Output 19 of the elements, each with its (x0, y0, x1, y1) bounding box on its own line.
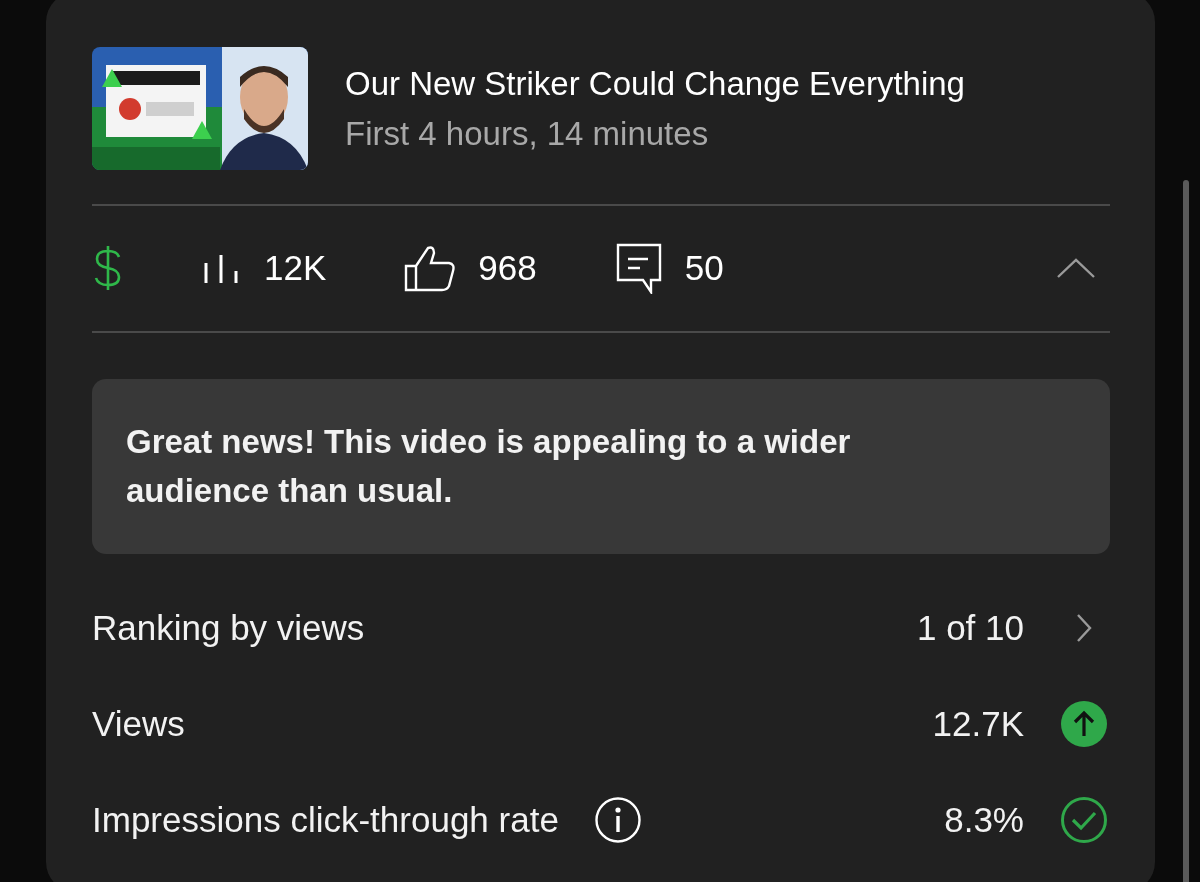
metric-label: Impressions click-through rate (92, 799, 559, 840)
audience-message: Great news! This video is appealing to a wider audience than usual. (92, 378, 1110, 554)
stat-value: 968 (478, 248, 537, 289)
scrollbar[interactable] (1183, 180, 1189, 882)
video-age: First 4 hours, 14 minutes (345, 114, 710, 153)
metric-label: Views (92, 703, 185, 744)
stat-value: 50 (684, 248, 724, 289)
stat-value: 12K (264, 248, 327, 289)
metric-label: Ranking by views (92, 607, 365, 648)
thumbs-up-icon[interactable] (404, 244, 457, 293)
arrow-up-icon (1061, 700, 1107, 747)
metric-value: 8.3% (944, 799, 1024, 840)
check-circle-icon (1061, 796, 1107, 843)
metric-value: 12.7K (932, 703, 1024, 744)
metric-value: 1 of 10 (916, 607, 1024, 648)
info-icon[interactable] (594, 796, 641, 843)
chevron-right-icon[interactable] (1076, 612, 1092, 643)
comment-icon[interactable] (614, 242, 663, 295)
video-title: Our New Striker Could Change Everything (345, 64, 965, 103)
